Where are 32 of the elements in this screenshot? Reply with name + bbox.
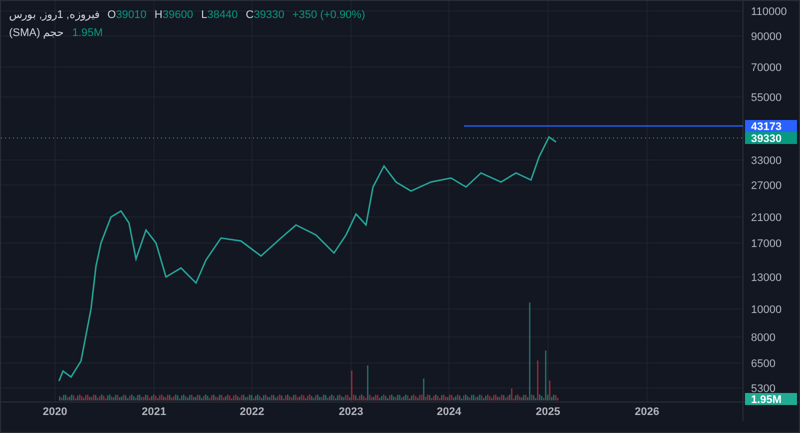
price-axis-badge: 43173: [745, 120, 797, 133]
volume-indicator-name: حجم (SMA): [9, 26, 64, 41]
price-axis-label: 5300: [751, 383, 776, 395]
price-axis-label: 21000: [751, 212, 782, 224]
time-axis-label: 2025: [536, 406, 560, 418]
price-axis-label: 70000: [751, 62, 782, 74]
price-change: +350 (+0.90%): [292, 8, 366, 23]
time-axis-label: 2020: [42, 406, 68, 418]
price-axis-label: 8000: [751, 332, 776, 344]
price-axis-label: 90000: [751, 31, 782, 43]
ohlc-value: L38440: [201, 8, 238, 23]
time-axis-label: 2026: [634, 406, 660, 418]
time-axis-label: 2022: [240, 406, 264, 418]
price-axis-label: 27000: [751, 180, 782, 192]
price-axis-label: 55000: [751, 92, 782, 104]
price-axis-label: 33000: [751, 155, 782, 167]
volume-value: 1.95M: [72, 26, 103, 41]
time-axis-label: 2023: [338, 406, 364, 418]
price-axis-badge: 39330: [745, 132, 797, 145]
price-axis-badge: 1.95M: [745, 393, 797, 406]
horizontal-line[interactable]: [464, 125, 743, 127]
price-axis-label: 17000: [751, 238, 782, 250]
time-axis-label: 2024: [436, 406, 462, 418]
price-axis-label: 13000: [751, 272, 782, 284]
price-axis-label: 6500: [751, 358, 776, 370]
price-axis-label: 10000: [751, 304, 782, 316]
time-axis-label: 2021: [142, 406, 166, 418]
ohlc-value: H39600: [154, 8, 194, 23]
ohlc-value: C39330: [246, 8, 284, 23]
symbol-title: فیروزه, 1روز, بورس: [9, 8, 100, 23]
price-axis-label: 110000: [751, 6, 787, 18]
ohlc-value: O39010: [107, 8, 147, 23]
